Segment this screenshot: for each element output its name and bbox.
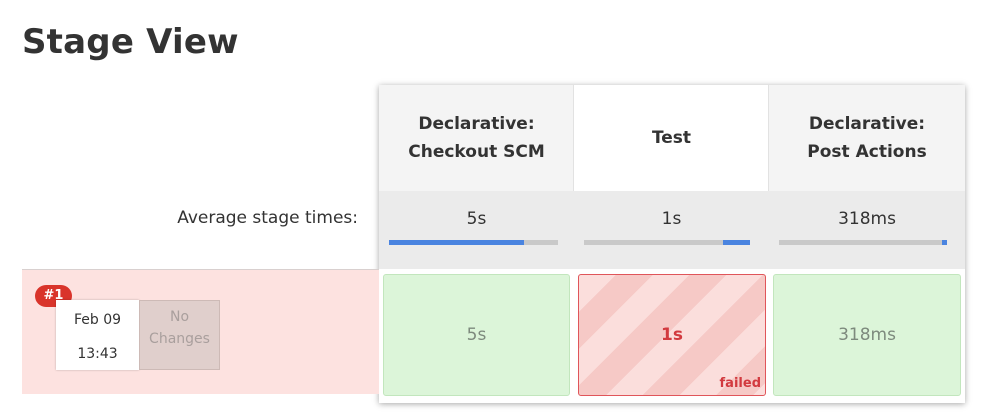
build-date-box[interactable]: Feb 09 13:43 [56,300,139,370]
failed-status-label: failed [719,376,761,391]
avg-cell-checkout-scm: 5s [379,191,574,269]
changes-line1: No [169,309,190,325]
stage-header-line2: Post Actions [807,142,927,162]
average-stage-times-label: Average stage times: [177,208,358,228]
stage-header-post-actions[interactable]: Declarative: Post Actions [769,85,965,191]
stage-result-time: 5s [466,325,487,345]
stage-result-time: 1s [661,325,683,345]
changes-box[interactable]: No Changes [139,300,220,370]
stage-result-test[interactable]: 1s failed [578,274,766,396]
avg-time: 318ms [838,209,896,229]
avg-progress-fill [723,240,750,245]
avg-progress-fill [942,240,947,245]
avg-progress-bar [779,240,947,245]
page-title: Stage View [22,22,239,62]
avg-time: 1s [661,209,682,229]
avg-time: 5s [466,209,487,229]
stage-header-line2: Test [651,128,692,148]
build-date: Feb 09 [73,312,122,328]
build-time: 13:43 [77,346,118,362]
stage-header-line1: Declarative: [418,114,535,134]
stage-header-line1: Declarative: [808,114,926,134]
stage-result-checkout-scm[interactable]: 5s [383,274,570,396]
avg-cell-post-actions: 318ms [769,191,965,269]
avg-progress-bar [389,240,558,245]
changes-line2: Changes [149,331,210,347]
stage-result-time: 318ms [838,325,896,345]
avg-progress-fill [389,240,524,245]
stage-header-checkout-scm[interactable]: Declarative: Checkout SCM [379,85,574,191]
stage-result-post-actions[interactable]: 318ms [773,274,961,396]
avg-cell-test: 1s [574,191,769,269]
stage-header-line2: Checkout SCM [408,142,545,162]
stage-header-test[interactable]: Test [574,85,769,191]
avg-progress-bar [584,240,750,245]
